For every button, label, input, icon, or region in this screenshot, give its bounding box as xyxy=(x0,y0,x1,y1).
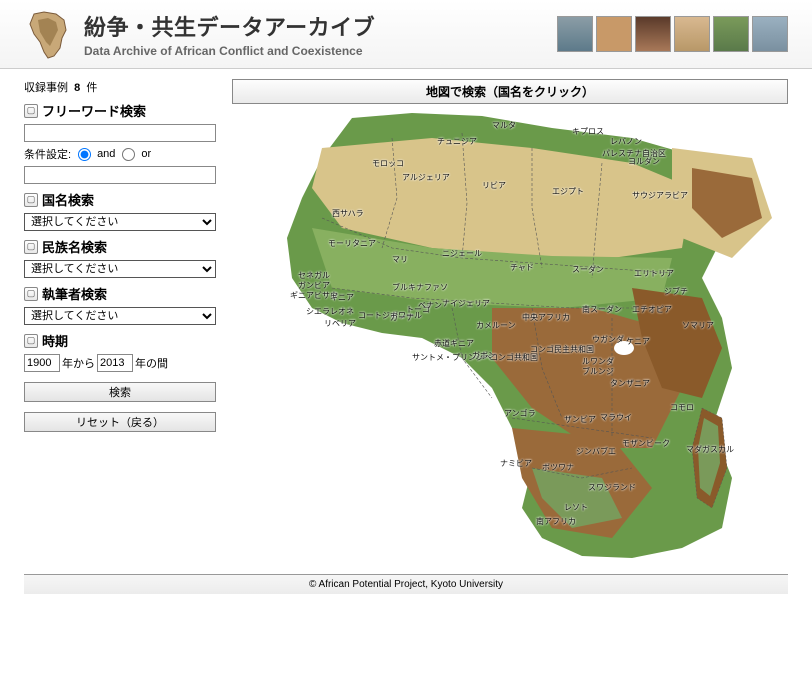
condition-row: 条件設定: and or xyxy=(24,146,216,162)
map-svg xyxy=(232,108,784,568)
condition-input[interactable] xyxy=(24,166,216,184)
map-title: 地図で検索（国名をクリック） xyxy=(232,79,788,104)
thumb-image[interactable] xyxy=(557,16,593,52)
year-from-input[interactable] xyxy=(24,354,60,372)
expand-button[interactable]: ▢ xyxy=(24,334,38,348)
period-mid-label: 年から xyxy=(62,355,95,371)
header-thumbnails xyxy=(557,16,788,52)
title-block: 紛争・共生データアーカイブ Data Archive of African Co… xyxy=(84,10,557,58)
site-title-jp: 紛争・共生データアーカイブ xyxy=(84,10,557,42)
thumb-image[interactable] xyxy=(674,16,710,52)
ethnic-select[interactable]: 選択してください xyxy=(24,260,216,278)
author-select[interactable]: 選択してください xyxy=(24,307,216,325)
ethnic-title: 民族名検索 xyxy=(42,237,107,256)
thumb-image[interactable] xyxy=(596,16,632,52)
period-title: 時期 xyxy=(42,331,68,350)
map-panel: 地図で検索（国名をクリック） xyxy=(232,79,788,568)
thumb-image[interactable] xyxy=(635,16,671,52)
author-title: 執筆者検索 xyxy=(42,284,107,303)
count-unit: 件 xyxy=(86,82,97,94)
africa-map[interactable]: モロッコチュニジアマルタキプロスレバノンパレスチナ自治区ヨルダンアルジェリアリビ… xyxy=(232,108,784,568)
condition-label: 条件設定: xyxy=(24,146,71,162)
expand-button[interactable]: ▢ xyxy=(24,240,38,254)
search-button[interactable]: 検索 xyxy=(24,382,216,402)
thumb-image[interactable] xyxy=(713,16,749,52)
cond-or-label: or xyxy=(141,148,151,160)
cond-and-label: and xyxy=(97,148,115,160)
reset-button[interactable]: リセット（戻る） xyxy=(24,412,216,432)
count-value: 8 xyxy=(74,82,80,94)
freeword-title: フリーワード検索 xyxy=(42,101,146,120)
expand-button[interactable]: ▢ xyxy=(24,287,38,301)
footer-text: © African Potential Project, Kyoto Unive… xyxy=(309,579,503,590)
footer: © African Potential Project, Kyoto Unive… xyxy=(24,574,788,594)
year-to-input[interactable] xyxy=(97,354,133,372)
thumb-image[interactable] xyxy=(752,16,788,52)
period-row: 年から 年の間 xyxy=(24,354,216,372)
period-suffix-label: 年の間 xyxy=(135,355,168,371)
header: 紛争・共生データアーカイブ Data Archive of African Co… xyxy=(0,0,812,69)
expand-button[interactable]: ▢ xyxy=(24,104,38,118)
cond-and-radio[interactable] xyxy=(78,148,91,161)
record-count: 収録事例 8 件 xyxy=(24,79,216,95)
search-sidebar: 収録事例 8 件 ▢ フリーワード検索 条件設定: and or ▢ 国名検索 … xyxy=(24,79,216,568)
country-select[interactable]: 選択してください xyxy=(24,213,216,231)
country-title: 国名検索 xyxy=(42,190,94,209)
freeword-input[interactable] xyxy=(24,124,216,142)
site-title-en: Data Archive of African Conflict and Coe… xyxy=(84,44,557,58)
expand-button[interactable]: ▢ xyxy=(24,193,38,207)
cond-or-radio[interactable] xyxy=(122,148,135,161)
africa-logo-icon xyxy=(24,8,72,60)
count-label: 収録事例 xyxy=(24,82,68,94)
